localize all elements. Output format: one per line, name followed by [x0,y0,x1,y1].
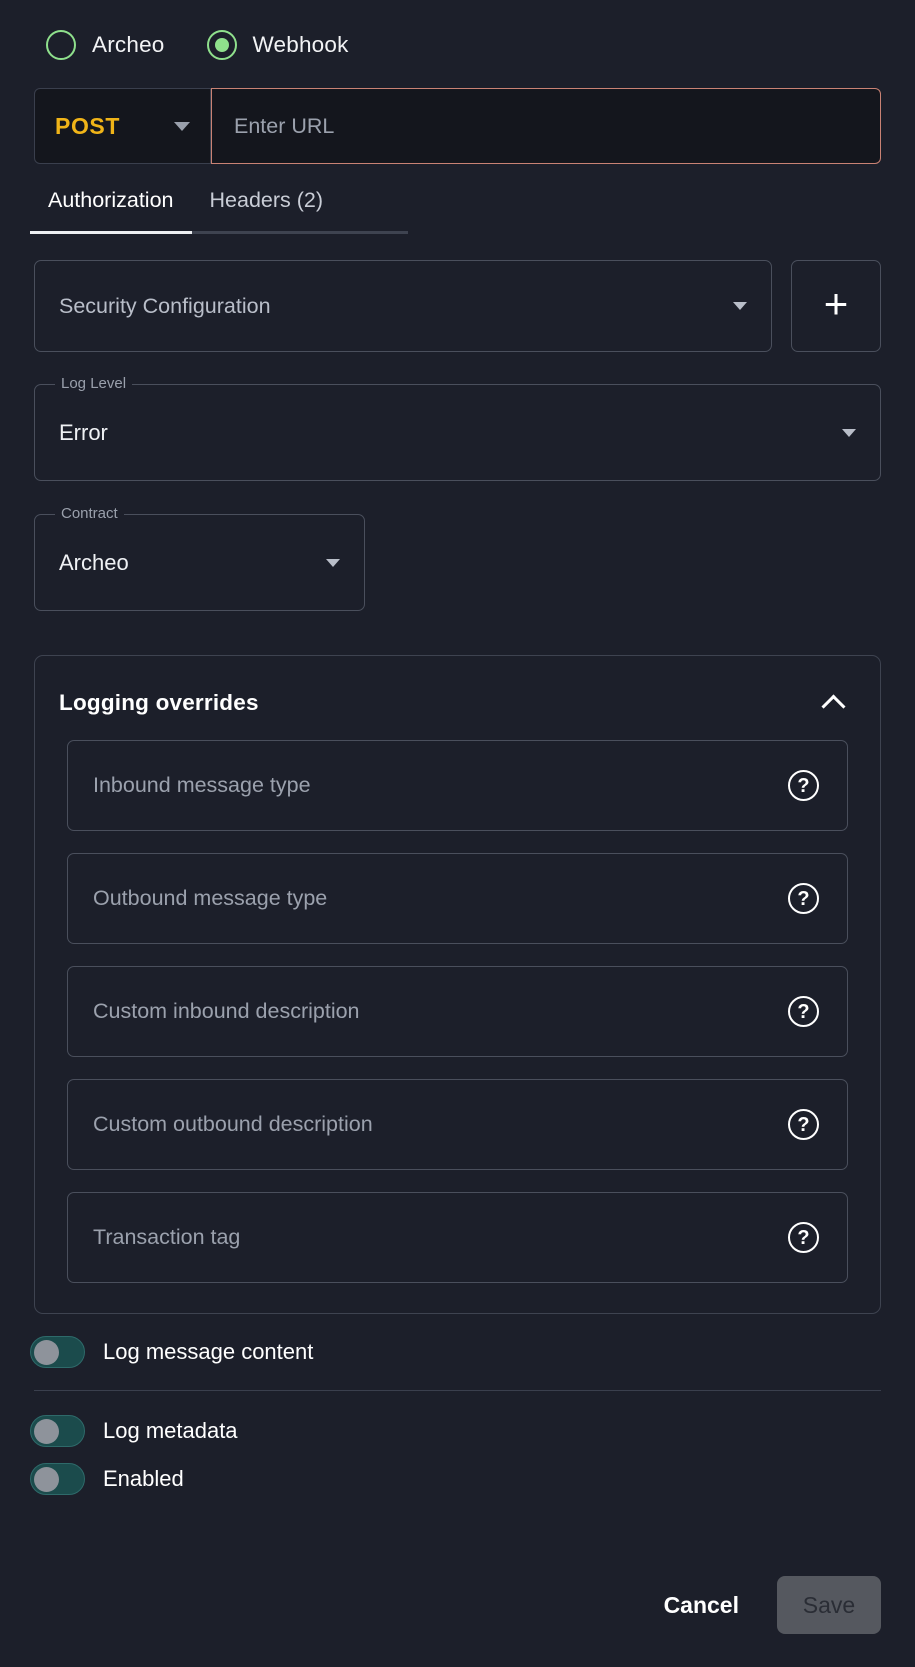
request-bar: POST Enter URL [34,88,881,164]
radio-label-webhook: Webhook [252,32,349,57]
toggle-row-enabled: Enabled [0,1463,915,1495]
toggle-row-log-metadata: Log metadata [0,1415,915,1447]
logging-overrides-title: Logging overrides [59,690,259,715]
radio-circle-icon [46,30,76,60]
contract-field-wrap: Contract Archeo [34,505,365,611]
log-message-content-label: Log message content [103,1339,314,1364]
transaction-tag-input[interactable]: Transaction tag ? [67,1192,848,1283]
logging-overrides-header[interactable]: Logging overrides [35,656,880,726]
security-configuration-row: Security Configuration + [34,260,881,352]
enabled-label: Enabled [103,1466,184,1491]
security-configuration-value: Security Configuration [59,293,271,318]
log-level-select[interactable]: Log Level Error [34,375,881,481]
chevron-up-icon[interactable] [821,693,846,719]
custom-outbound-description-placeholder: Custom outbound description [93,1112,373,1136]
inbound-message-type-input[interactable]: Inbound message type ? [67,740,848,831]
http-method-select[interactable]: POST [34,88,211,164]
footer-actions: Cancel Save [650,1576,881,1634]
radio-option-archeo[interactable]: Archeo [46,30,165,60]
log-level-value: Error [59,419,108,445]
log-metadata-label: Log metadata [103,1418,238,1443]
add-security-configuration-button[interactable]: + [791,260,881,352]
url-input-placeholder: Enter URL [234,113,335,138]
save-button[interactable]: Save [777,1576,881,1634]
http-method-value: POST [55,112,121,139]
tab-authorization[interactable]: Authorization [30,188,192,234]
switch-knob [34,1418,59,1444]
source-type-radio-group: Archeo Webhook [0,0,915,72]
help-circle-icon[interactable]: ? [788,883,819,914]
enabled-switch[interactable] [30,1463,85,1495]
contract-legend: Contract [55,505,124,522]
radio-label-archeo: Archeo [92,32,165,57]
log-level-field-wrap: Log Level Error [34,375,881,481]
transaction-tag-placeholder: Transaction tag [93,1225,241,1249]
radio-option-webhook[interactable]: Webhook [206,30,349,60]
outbound-message-type-input[interactable]: Outbound message type ? [67,853,848,944]
tab-headers[interactable]: Headers (2) [192,188,342,231]
config-tabs: Authorization Headers (2) [30,188,408,234]
help-circle-icon[interactable]: ? [788,996,819,1027]
help-circle-icon[interactable]: ? [788,770,819,801]
switch-knob [34,1466,59,1492]
switch-knob [34,1339,59,1365]
webhook-config-panel: Archeo Webhook POST Enter URL Authorizat… [0,0,915,1667]
log-message-content-switch[interactable] [30,1336,85,1368]
contract-value: Archeo [59,549,129,575]
inbound-message-type-placeholder: Inbound message type [93,773,311,797]
chevron-down-icon [174,121,190,131]
custom-inbound-description-input[interactable]: Custom inbound description ? [67,966,848,1057]
cancel-button[interactable]: Cancel [650,1580,753,1631]
plus-icon: + [823,279,849,327]
security-configuration-select[interactable]: Security Configuration [34,260,772,352]
toggle-row-log-message-content: Log message content [0,1336,915,1368]
help-circle-icon[interactable]: ? [788,1109,819,1140]
radio-circle-checked-icon [206,30,237,60]
chevron-down-icon [733,302,747,310]
custom-inbound-description-placeholder: Custom inbound description [93,999,360,1023]
log-metadata-switch[interactable] [30,1415,85,1447]
contract-select[interactable]: Contract Archeo [34,505,365,611]
help-circle-icon[interactable]: ? [788,1222,819,1253]
custom-outbound-description-input[interactable]: Custom outbound description ? [67,1079,848,1170]
log-level-legend: Log Level [55,375,133,392]
logging-overrides-body: Inbound message type ? Outbound message … [35,726,880,1283]
chevron-down-icon [326,558,340,567]
section-divider [34,1390,881,1391]
outbound-message-type-placeholder: Outbound message type [93,886,328,910]
logging-overrides-card: Logging overrides Inbound message type ?… [34,655,881,1314]
url-input[interactable]: Enter URL [211,88,881,164]
chevron-down-icon [842,428,856,437]
